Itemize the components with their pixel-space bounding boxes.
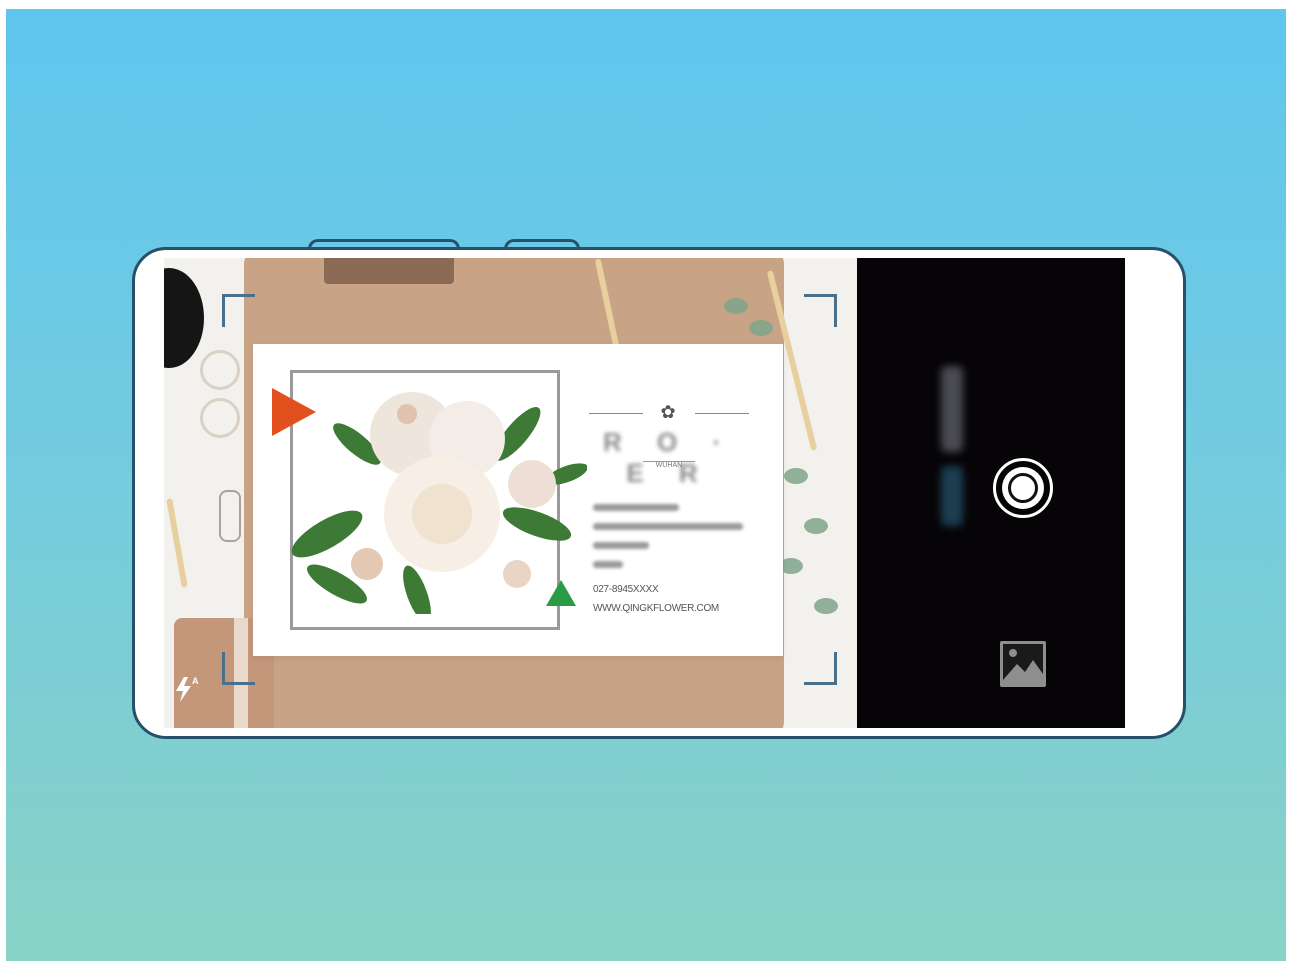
- flower-logo-icon: ✿: [660, 402, 676, 422]
- logo-divider: [695, 413, 749, 414]
- mode-selector-item[interactable]: [941, 366, 963, 452]
- clipboard-clip: [324, 258, 454, 284]
- flash-auto-icon[interactable]: A: [172, 674, 202, 704]
- scan-marker-green-triangle: [546, 580, 576, 606]
- svg-text:A: A: [192, 676, 199, 686]
- blurred-text: [593, 542, 649, 549]
- scan-frame-corner: [222, 652, 255, 685]
- leaf-decor: [749, 320, 773, 336]
- gallery-icon[interactable]: [999, 640, 1047, 688]
- leaf-decor: [804, 518, 828, 534]
- scan-frame-corner: [222, 294, 255, 327]
- decor-ring: [200, 398, 240, 438]
- camera-viewfinder[interactable]: ✿ R O · E R WUHAN 027-8945XXXX WWW.QINGK…: [164, 258, 857, 728]
- background: ✿ R O · E R WUHAN 027-8945XXXX WWW.QINGK…: [6, 9, 1286, 961]
- pencil-decor: [166, 498, 188, 588]
- blurred-text: [593, 523, 743, 530]
- card-company-sub: WUHAN: [643, 461, 695, 469]
- mode-selector-item-active[interactable]: [941, 466, 963, 526]
- decor-blob: [164, 268, 204, 368]
- blurred-text: [593, 561, 623, 568]
- card-contact-info: 027-8945XXXX WWW.QINGKFLOWER.COM: [593, 504, 753, 618]
- decor-ring: [200, 350, 240, 390]
- card-phone: 027-8945XXXX: [593, 584, 659, 595]
- phone-frame: ✿ R O · E R WUHAN 027-8945XXXX WWW.QINGK…: [132, 247, 1186, 739]
- leaf-decor: [784, 468, 808, 484]
- card-website: WWW.QINGKFLOWER.COM: [593, 603, 719, 614]
- scan-marker-red-arrow: [272, 388, 316, 436]
- business-card: ✿ R O · E R WUHAN 027-8945XXXX WWW.QINGK…: [253, 344, 783, 656]
- camera-control-panel: [857, 258, 1125, 728]
- leaf-decor: [814, 598, 838, 614]
- scan-frame-corner: [804, 652, 837, 685]
- card-logo: ✿ R O · E R WUHAN: [589, 399, 749, 488]
- card-company-name: R O · E R: [602, 427, 736, 488]
- leaf-decor: [724, 298, 748, 314]
- paperclip-decor: [219, 490, 241, 542]
- logo-divider: [589, 413, 643, 414]
- blurred-text: [593, 504, 679, 511]
- shutter-icon[interactable]: [993, 458, 1053, 518]
- scan-frame-corner: [804, 294, 837, 327]
